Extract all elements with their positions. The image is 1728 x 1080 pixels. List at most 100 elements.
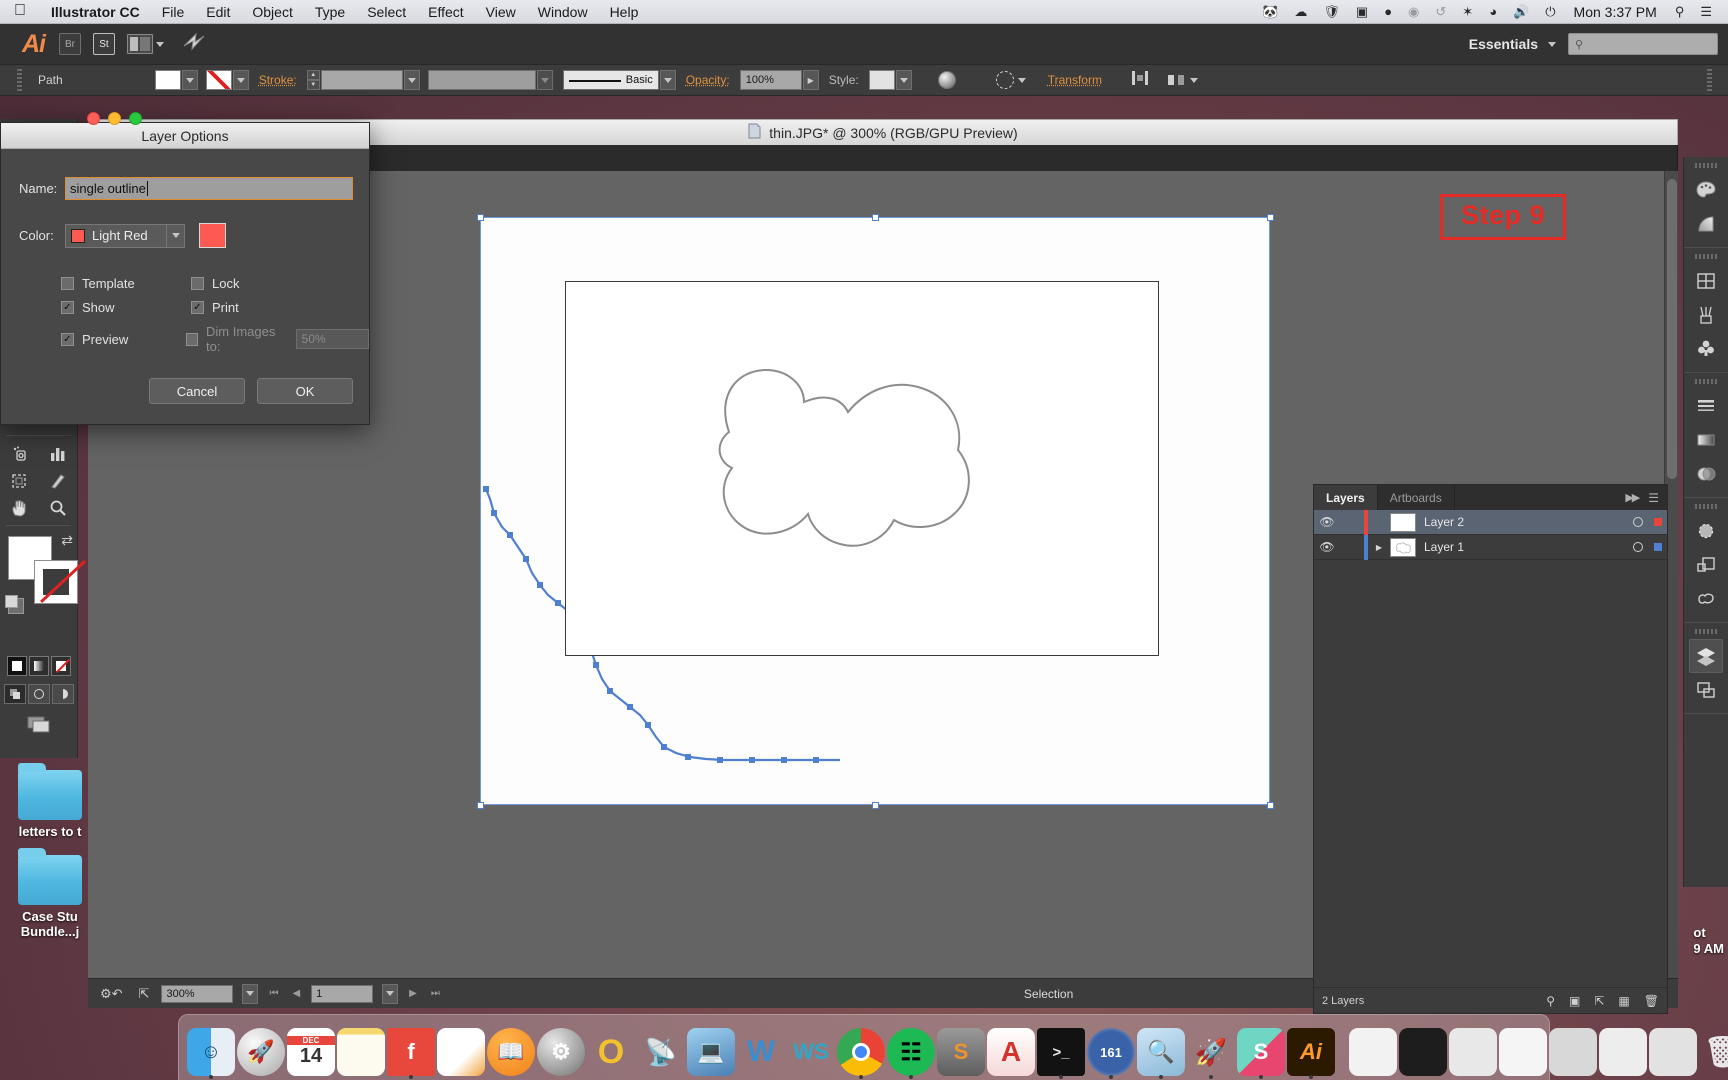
selection-indicator[interactable]: [1649, 518, 1667, 526]
last-page-icon[interactable]: ⏭: [428, 988, 443, 999]
dock-item-window-3[interactable]: [1449, 1024, 1497, 1076]
transform-label[interactable]: Transform: [1048, 73, 1102, 87]
transparency-icon[interactable]: [1684, 457, 1728, 491]
page-number-field[interactable]: 1: [311, 984, 374, 1003]
change-screen-mode-button[interactable]: [0, 714, 77, 736]
bridge-button[interactable]: Br: [59, 33, 81, 55]
chevron-down-icon[interactable]: [659, 70, 676, 90]
artboards-icon[interactable]: [1684, 673, 1728, 707]
checkbox-show[interactable]: ✓ Show: [61, 300, 153, 315]
artboard-tool[interactable]: [0, 467, 39, 494]
checkbox-dim-images[interactable]: Dim Images to: 50%: [185, 324, 369, 354]
color-guide-icon[interactable]: [1684, 207, 1728, 241]
dock-item-finder[interactable]: ☺: [187, 1024, 235, 1079]
behance-icon[interactable]: [182, 32, 206, 57]
blob-brush-tool[interactable]: [0, 440, 39, 467]
stock-button[interactable]: St: [93, 33, 115, 55]
gradient-mode-button[interactable]: [28, 656, 49, 676]
collapse-panel-icon[interactable]: ▶▶: [1625, 491, 1640, 504]
hand-tool[interactable]: [0, 494, 39, 521]
visibility-toggle-icon[interactable]: 👁: [1314, 515, 1340, 529]
color-preview-swatch[interactable]: [199, 223, 226, 248]
stroke-label[interactable]: Stroke:: [259, 73, 297, 87]
control-bar-overflow[interactable]: [1700, 67, 1718, 93]
panel-group-grip[interactable]: [1684, 252, 1728, 260]
dock-item-opera[interactable]: O: [587, 1024, 635, 1076]
sync-settings-icon[interactable]: ⚙↶: [96, 986, 127, 1002]
recolor-artwork-icon[interactable]: [937, 71, 956, 89]
dock-item-illustrator[interactable]: Ai: [1287, 1024, 1335, 1079]
maximize-icon[interactable]: [129, 112, 142, 125]
dock-item-remote-desktop[interactable]: 💻: [687, 1024, 735, 1076]
checkbox-preview[interactable]: ✓ Preview: [61, 324, 148, 354]
chevron-down-icon[interactable]: [895, 70, 912, 90]
dock-item-preview[interactable]: 🔍: [1137, 1024, 1185, 1079]
panel-group-grip[interactable]: [1684, 627, 1728, 635]
layer-color-select[interactable]: Light Red: [65, 223, 185, 248]
shield-icon[interactable]: 🛡: [1315, 5, 1348, 18]
selection-handle[interactable]: [1267, 214, 1274, 221]
zoom-tool[interactable]: [39, 494, 78, 521]
dock-item-window-5[interactable]: [1549, 1024, 1597, 1076]
dock-item-launchpad[interactable]: 🚀: [237, 1024, 285, 1076]
dock-item-pages[interactable]: ✎: [437, 1024, 485, 1076]
checkbox-print[interactable]: ✓ Print: [191, 300, 239, 315]
search-input[interactable]: ⚲: [1568, 33, 1718, 55]
prev-page-icon[interactable]: ◀: [289, 988, 303, 999]
apple-logo-icon[interactable]: : [0, 2, 40, 21]
gradient-icon[interactable]: [1684, 423, 1728, 457]
dock-item-python[interactable]: 🚀: [1187, 1024, 1235, 1079]
time-machine-icon[interactable]: ↺: [1427, 5, 1454, 18]
layer-name-input[interactable]: single outline: [65, 177, 353, 200]
html5-icon[interactable]: ▣: [1348, 5, 1376, 18]
stroke-icon[interactable]: [1684, 389, 1728, 423]
dock-item-spotify[interactable]: ☷: [887, 1024, 935, 1079]
visibility-toggle-icon[interactable]: 👁: [1314, 540, 1340, 554]
appearance-icon[interactable]: [1684, 514, 1728, 548]
tab-layers[interactable]: Layers: [1314, 485, 1378, 510]
graphic-style-swatch[interactable]: [868, 70, 895, 90]
default-fill-stroke-icon[interactable]: [5, 595, 24, 614]
delete-selection-icon[interactable]: 🗑: [1644, 994, 1659, 1008]
dock-item-calendar[interactable]: DEC 14: [287, 1024, 335, 1076]
panel-group-grip[interactable]: [1684, 377, 1728, 385]
menu-item-select[interactable]: Select: [356, 4, 417, 20]
symbols-icon[interactable]: [1684, 332, 1728, 366]
stroke-color-control[interactable]: [205, 70, 249, 90]
stroke-profile-field[interactable]: [427, 70, 536, 90]
checkbox-box[interactable]: [61, 277, 74, 290]
minimize-icon[interactable]: [108, 112, 121, 125]
chevron-down-icon[interactable]: [382, 983, 399, 1004]
dock-item-antenna[interactable]: 📡: [637, 1024, 685, 1076]
checkbox-box[interactable]: ✓: [61, 301, 74, 314]
dock-item-word[interactable]: W: [737, 1024, 785, 1076]
volume-icon[interactable]: 🔊: [1505, 5, 1537, 18]
scrollbar-thumb[interactable]: [1667, 179, 1677, 479]
ok-button[interactable]: OK: [257, 378, 353, 404]
color-icon[interactable]: [1684, 173, 1728, 207]
checkbox-box[interactable]: ✓: [191, 301, 204, 314]
selection-handle[interactable]: [477, 214, 484, 221]
color-mode-button[interactable]: [6, 656, 27, 676]
stroke-weight-stepper[interactable]: ▲ ▼: [306, 70, 320, 90]
stroke-swatch[interactable]: [34, 560, 78, 604]
evernote-icon[interactable]: 🐼: [1254, 5, 1286, 18]
dock-item-system-preferences[interactable]: ⚙: [537, 1024, 585, 1076]
dock-item-window-1[interactable]: [1349, 1024, 1397, 1076]
brushes-icon[interactable]: [1684, 298, 1728, 332]
dock-item-alarm-clock[interactable]: 161: [1087, 1024, 1135, 1079]
creative-cloud-icon[interactable]: ☁: [1286, 5, 1315, 18]
dock-item-notes[interactable]: [337, 1024, 385, 1076]
first-page-icon[interactable]: ⏮: [266, 988, 281, 999]
panel-menu-icon[interactable]: ☰: [1648, 491, 1659, 505]
dock-item-autocad[interactable]: A: [987, 1024, 1035, 1076]
dock-item-sublime-text[interactable]: S: [937, 1024, 985, 1076]
dock-item-webstorm[interactable]: WS: [787, 1024, 835, 1076]
selection-handle[interactable]: [477, 802, 484, 809]
none-mode-button[interactable]: [50, 656, 71, 676]
swap-fill-stroke-icon[interactable]: ⇄: [61, 532, 73, 549]
layer-name[interactable]: Layer 2: [1424, 515, 1627, 529]
opacity-label[interactable]: Opacity:: [686, 73, 730, 87]
dim-images-input[interactable]: 50%: [295, 329, 369, 349]
chevron-down-icon[interactable]: [166, 224, 184, 247]
